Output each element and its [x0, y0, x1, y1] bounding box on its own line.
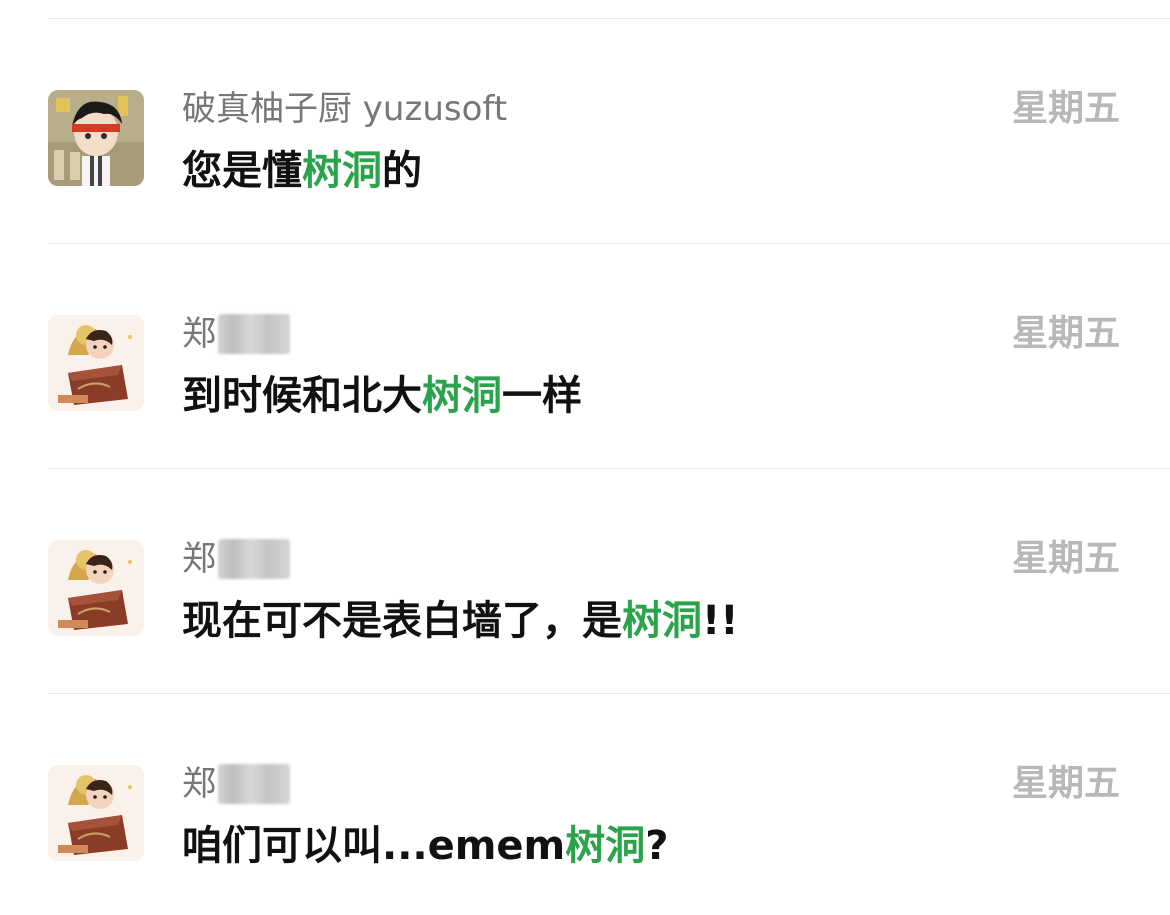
cartoon-boy-avatar-icon[interactable]	[48, 540, 144, 636]
contact-name: 郑	[182, 313, 290, 355]
message-time: 星期五	[1011, 763, 1120, 804]
message-time: 星期五	[1011, 538, 1120, 579]
message-text: 一样	[502, 373, 582, 419]
contact-name-text: 破真柚子厨 yuzusoft	[182, 89, 508, 129]
contact-name-text: 郑	[182, 539, 216, 579]
message-text: ?	[645, 823, 669, 869]
contact-name: 郑	[182, 763, 290, 805]
redacted-name-blur	[218, 539, 290, 579]
contact-name: 破真柚子厨 yuzusoft	[182, 88, 507, 130]
search-highlight: 树洞	[422, 373, 502, 419]
anime-character-avatar-icon[interactable]	[48, 90, 144, 186]
chat-row[interactable]: 郑 星期五 咱们可以叫...emem树洞?	[0, 693, 1170, 915]
message-text: 到时候和北大	[182, 373, 422, 419]
cartoon-boy-avatar-icon[interactable]	[48, 765, 144, 861]
message-preview: 您是懂树洞的	[182, 146, 422, 196]
message-preview: 咱们可以叫...emem树洞?	[182, 821, 668, 871]
contact-name-text: 郑	[182, 764, 216, 804]
redacted-name-blur	[218, 314, 290, 354]
search-highlight: 树洞	[622, 598, 702, 644]
message-text: !!	[702, 598, 739, 644]
message-text: 现在可不是表白墙了，是	[182, 598, 622, 644]
message-text: 的	[382, 148, 422, 194]
message-preview: 到时候和北大树洞一样	[182, 371, 582, 421]
chat-search-results: 破真柚子厨 yuzusoft 星期五 您是懂树洞的 郑 星期五 到时候和北大树洞…	[0, 0, 1170, 915]
cartoon-boy-avatar-icon[interactable]	[48, 315, 144, 411]
contact-name: 郑	[182, 538, 290, 580]
redacted-name-blur	[218, 764, 290, 804]
message-preview: 现在可不是表白墙了，是树洞!!	[182, 596, 738, 646]
chat-row[interactable]: 郑 星期五 到时候和北大树洞一样	[0, 243, 1170, 468]
message-time: 星期五	[1011, 313, 1120, 354]
message-text: 您是懂	[182, 148, 302, 194]
search-highlight: 树洞	[565, 823, 646, 869]
message-text: 咱们可以叫...emem	[182, 823, 566, 869]
message-time: 星期五	[1011, 88, 1120, 129]
search-highlight: 树洞	[302, 148, 382, 194]
chat-row[interactable]: 郑 星期五 现在可不是表白墙了，是树洞!!	[0, 468, 1170, 693]
contact-name-text: 郑	[182, 314, 216, 354]
chat-row[interactable]: 破真柚子厨 yuzusoft 星期五 您是懂树洞的	[0, 18, 1170, 243]
